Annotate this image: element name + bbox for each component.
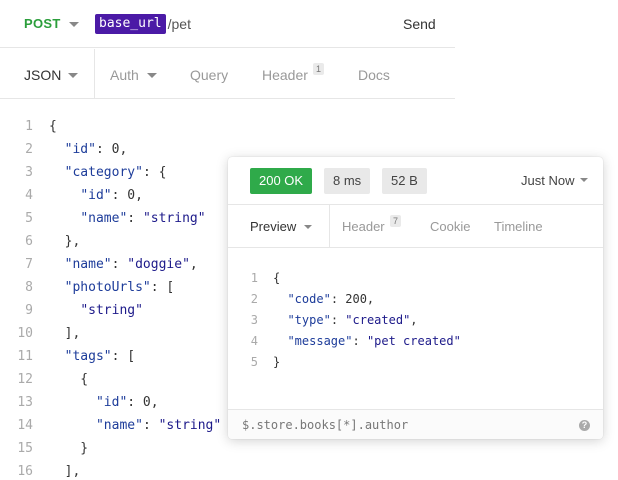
line-number: 5	[25, 211, 33, 226]
code-text: ],	[49, 464, 81, 479]
response-tabs: Preview Header 7 Cookie Timeline	[228, 205, 603, 248]
line-number: 13	[17, 395, 33, 410]
response-history-select[interactable]: Just Now	[521, 173, 574, 188]
code-text: "type": "created",	[287, 313, 418, 327]
line-number: 6	[25, 234, 33, 249]
code-line: 2 "code": 200,	[228, 289, 603, 310]
code-line: 15 }	[0, 437, 300, 460]
code-text: "code": 200,	[287, 292, 375, 306]
line-number: 9	[25, 303, 33, 318]
response-header: 200 OK 8 ms 52 B Just Now	[228, 157, 603, 205]
line-number: 11	[17, 349, 33, 364]
response-filter-input[interactable]	[242, 416, 572, 434]
line-number: 15	[17, 441, 33, 456]
response-time-badge: 8 ms	[324, 168, 371, 194]
send-button[interactable]: Send	[403, 16, 436, 32]
code-line: 1{	[0, 115, 300, 138]
code-text: "tags": [	[64, 349, 136, 364]
tab-header[interactable]: Header	[262, 67, 308, 83]
code-line: 4 "message": "pet created"	[228, 331, 603, 352]
tab-divider	[94, 49, 95, 99]
line-number: 12	[17, 372, 33, 387]
method-select[interactable]: POST	[24, 16, 61, 31]
code-text: "string"	[80, 303, 143, 318]
request-bar: POST base_url /pet Send	[0, 0, 455, 48]
status-badge: 200 OK	[250, 168, 313, 194]
tab-preview[interactable]: Preview	[250, 219, 296, 234]
code-text: "id": 0,	[80, 188, 143, 203]
response-panel: 200 OK 8 ms 52 B Just Now Preview Header…	[228, 157, 603, 439]
line-number: 2	[250, 292, 258, 306]
line-number: 14	[17, 418, 33, 433]
line-number: 1	[250, 271, 258, 285]
url-path[interactable]: /pet	[168, 16, 191, 32]
tab-json[interactable]: JSON	[24, 67, 61, 83]
url-variable-tag[interactable]: base_url	[95, 14, 166, 34]
help-icon[interactable]: ?	[579, 420, 590, 431]
response-filter-bar: ?	[228, 409, 603, 439]
code-text: }	[49, 441, 89, 456]
tab-json-chevron-down-icon[interactable]	[68, 73, 78, 78]
response-body: 1{2 "code": 200, 3 "type": "created", 4 "m…	[228, 268, 603, 373]
url-input[interactable]: base_url /pet	[95, 14, 191, 34]
line-number: 4	[25, 188, 33, 203]
tab-divider	[329, 205, 330, 248]
response-header-count-badge: 7	[390, 215, 402, 227]
code-text: "category": {	[64, 165, 167, 180]
code-text: "name": "string"	[95, 418, 222, 433]
request-tabs: JSON Auth Query Header 1 Docs	[0, 49, 455, 99]
response-size-badge: 52 B	[382, 168, 427, 194]
line-number: 8	[25, 280, 33, 295]
code-text: }	[273, 355, 281, 369]
preview-chevron-down-icon[interactable]	[304, 225, 312, 229]
code-text: {	[49, 119, 57, 134]
code-text: {	[49, 372, 89, 387]
code-text: {	[273, 271, 281, 285]
code-line: 1{	[228, 268, 603, 289]
code-text: "name": "string"	[80, 211, 206, 226]
code-text: "name": "doggie",	[64, 257, 198, 272]
tab-auth[interactable]: Auth	[110, 67, 139, 83]
tab-auth-chevron-down-icon[interactable]	[147, 73, 157, 78]
line-number: 16	[17, 464, 33, 479]
history-chevron-down-icon[interactable]	[580, 178, 588, 182]
tab-response-header[interactable]: Header	[342, 219, 385, 234]
line-number: 10	[17, 326, 33, 341]
line-number: 2	[25, 142, 33, 157]
tab-docs[interactable]: Docs	[358, 67, 390, 83]
code-text: },	[49, 234, 81, 249]
line-number: 3	[250, 313, 258, 327]
line-number: 1	[25, 119, 33, 134]
line-number: 7	[25, 257, 33, 272]
line-number: 3	[25, 165, 33, 180]
line-number: 5	[250, 355, 258, 369]
code-text: "photoUrls": [	[64, 280, 175, 295]
tab-query[interactable]: Query	[190, 67, 228, 83]
code-text: "id": 0,	[95, 395, 159, 410]
code-text: "message": "pet created"	[287, 334, 461, 348]
code-text: "id": 0,	[64, 142, 128, 157]
code-line: 5}	[228, 352, 603, 373]
code-line: 3 "type": "created",	[228, 310, 603, 331]
code-line: 16 ],	[0, 460, 300, 480]
method-chevron-down-icon[interactable]	[69, 22, 79, 27]
line-number: 4	[250, 334, 258, 348]
tab-cookie[interactable]: Cookie	[430, 219, 470, 234]
header-count-badge: 1	[313, 63, 325, 75]
code-text: ],	[49, 326, 81, 341]
tab-timeline[interactable]: Timeline	[494, 219, 543, 234]
